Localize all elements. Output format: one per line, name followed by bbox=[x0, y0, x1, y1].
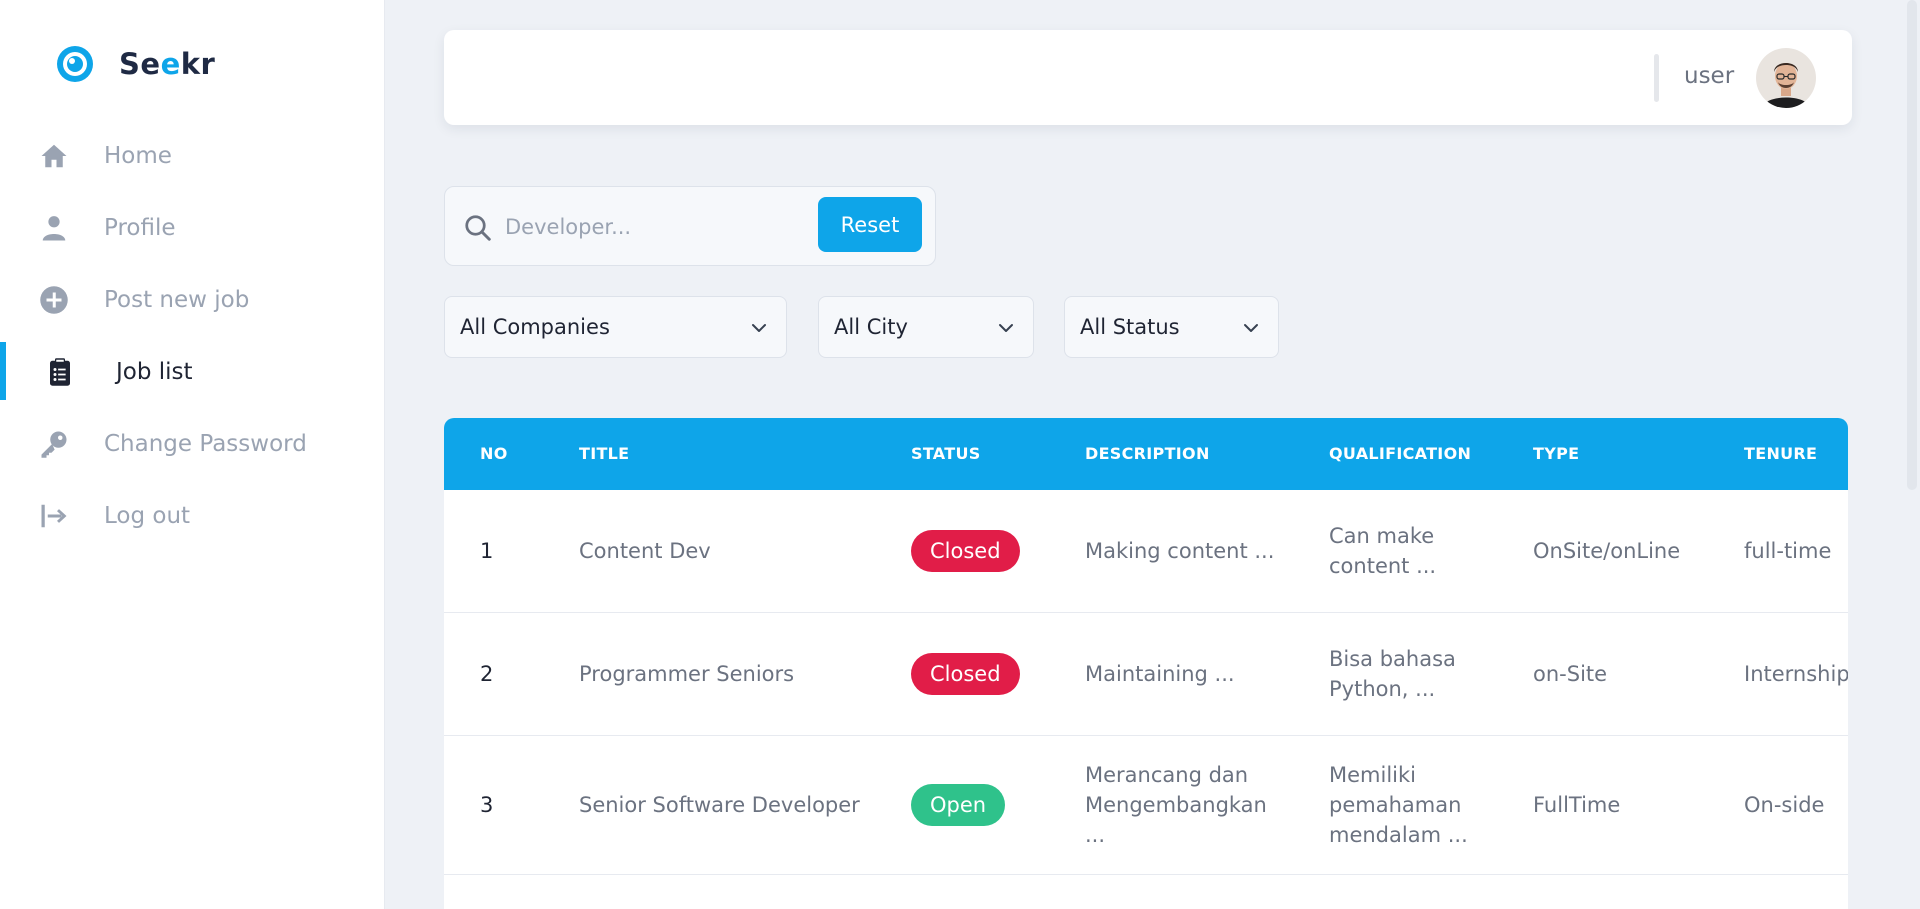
table-row[interactable]: 2 Programmer Seniors Closed Maintaining … bbox=[444, 613, 1848, 736]
sidebar-item-post-new-job[interactable]: Post new job bbox=[0, 264, 385, 336]
city-filter-value: All City bbox=[834, 315, 908, 339]
cell-description: Making content ... bbox=[1085, 539, 1275, 563]
reset-button[interactable]: Reset bbox=[818, 197, 922, 252]
cell-status: Closed bbox=[911, 653, 1020, 695]
avatar[interactable] bbox=[1756, 48, 1816, 108]
sidebar-item-profile[interactable]: Profile bbox=[0, 192, 385, 264]
app-name: Seekr bbox=[119, 47, 216, 81]
column-header-description[interactable]: DESCRIPTION bbox=[1085, 444, 1275, 463]
cell-status: Closed bbox=[911, 530, 1020, 572]
table-row[interactable]: 1 Content Dev Closed Making content ... … bbox=[444, 490, 1848, 613]
header-divider bbox=[1654, 54, 1659, 102]
status-badge: Open bbox=[911, 784, 1006, 826]
companies-filter-select[interactable]: All Companies bbox=[444, 296, 787, 358]
sidebar-item-label: Job list bbox=[116, 359, 193, 385]
job-list-table: NO TITLE STATUS DESCRIPTION QUALIFICATIO… bbox=[444, 418, 1848, 909]
cell-title: Programmer Seniors bbox=[579, 662, 795, 686]
cell-description: Maintaining ... bbox=[1085, 662, 1235, 686]
cell-qualification: Memiliki pemahaman mendalam ... bbox=[1329, 763, 1468, 847]
status-filter-select[interactable]: All Status bbox=[1064, 296, 1279, 358]
status-badge: Closed bbox=[911, 653, 1020, 695]
cell-tenure: Internship bbox=[1744, 662, 1848, 686]
clipboard-icon bbox=[44, 356, 76, 388]
seekr-logo-icon bbox=[57, 46, 93, 82]
cell-no: 1 bbox=[480, 539, 494, 563]
search-input[interactable] bbox=[505, 207, 755, 247]
key-icon bbox=[38, 428, 70, 460]
chevron-down-icon bbox=[752, 324, 766, 332]
cell-type: FullTime bbox=[1533, 793, 1621, 817]
cell-title: Content Dev bbox=[579, 539, 711, 563]
sidebar-item-label: Log out bbox=[104, 503, 191, 529]
cell-type: OnSite/onLine bbox=[1533, 539, 1681, 563]
column-header-no[interactable]: NO bbox=[480, 444, 508, 463]
cell-title: Senior Software Developer bbox=[579, 793, 860, 817]
sidebar-item-label: Home bbox=[104, 143, 172, 169]
page-scrollbar[interactable] bbox=[1904, 0, 1920, 909]
cell-type: on-Site bbox=[1533, 662, 1608, 686]
sidebar-item-label: Profile bbox=[104, 215, 176, 241]
logout-icon bbox=[38, 500, 70, 532]
column-header-status[interactable]: STATUS bbox=[911, 444, 981, 463]
cell-tenure: On-side bbox=[1744, 793, 1825, 817]
sidebar-item-label: Change Password bbox=[104, 431, 307, 457]
cell-qualification: Bisa bahasa Python, ... bbox=[1329, 647, 1456, 701]
table-header: NO TITLE STATUS DESCRIPTION QUALIFICATIO… bbox=[444, 418, 1848, 490]
sidebar-item-job-list[interactable]: Job list bbox=[0, 336, 385, 408]
brand[interactable]: Seekr bbox=[55, 44, 215, 84]
chevron-down-icon bbox=[1244, 324, 1258, 332]
column-header-tenure[interactable]: TENURE bbox=[1744, 444, 1817, 463]
city-filter-select[interactable]: All City bbox=[818, 296, 1034, 358]
cell-no: 2 bbox=[480, 662, 494, 686]
table-row[interactable]: 3 Senior Software Developer Open Meranca… bbox=[444, 736, 1848, 875]
column-header-qualification[interactable]: QUALIFICATION bbox=[1329, 444, 1499, 463]
scrollbar-thumb[interactable] bbox=[1907, 0, 1917, 490]
sidebar: Seekr Home Profile Post new job Job list… bbox=[0, 0, 385, 909]
username-label[interactable]: user bbox=[1684, 63, 1734, 89]
sidebar-item-change-password[interactable]: Change Password bbox=[0, 408, 385, 480]
status-filter-value: All Status bbox=[1080, 315, 1180, 339]
status-badge: Closed bbox=[911, 530, 1020, 572]
sidebar-item-log-out[interactable]: Log out bbox=[0, 480, 385, 552]
chevron-down-icon bbox=[999, 324, 1013, 332]
cell-no: 3 bbox=[480, 793, 494, 817]
plus-circle-icon bbox=[38, 284, 70, 316]
sidebar-item-label: Post new job bbox=[104, 287, 250, 313]
cell-tenure: full-time bbox=[1744, 539, 1832, 563]
user-icon bbox=[38, 212, 70, 244]
companies-filter-value: All Companies bbox=[460, 315, 610, 339]
search-bar: Reset bbox=[444, 186, 936, 266]
cell-status: Open bbox=[911, 784, 1006, 826]
sidebar-item-home[interactable]: Home bbox=[0, 120, 385, 192]
column-header-type[interactable]: TYPE bbox=[1533, 444, 1579, 463]
search-icon bbox=[465, 215, 491, 241]
cell-qualification: Can make content ... bbox=[1329, 524, 1437, 578]
cell-description: Merancang dan Mengembangkan ... bbox=[1085, 763, 1267, 847]
sidebar-nav: Home Profile Post new job Job list Chang… bbox=[0, 120, 385, 552]
top-header: user bbox=[444, 30, 1852, 125]
home-icon bbox=[38, 140, 70, 172]
column-header-title[interactable]: TITLE bbox=[579, 444, 629, 463]
